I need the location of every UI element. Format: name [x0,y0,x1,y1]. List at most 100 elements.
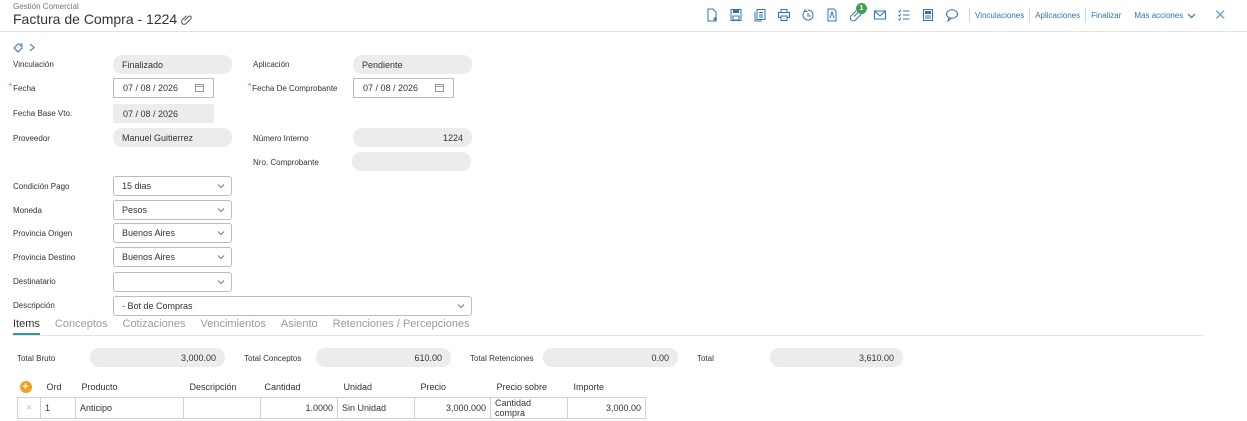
vinculaciones-link[interactable]: Vinculaciones [975,11,1024,20]
provincia-destino-select[interactable]: Buenos Aires [113,247,232,267]
nro-comprobante-label: Nro. Comprobante [253,158,319,167]
cell-unidad[interactable]: Sin Unidad [337,396,415,419]
nro-comprobante-field[interactable] [352,152,471,171]
calendar-icon[interactable] [195,83,204,94]
provincia-origen-select[interactable]: Buenos Aires [113,223,232,243]
fecha-base-vto-label: Fecha Base Vto. [13,109,73,118]
title-wrap: Factura de Compra - 1224 [13,11,192,27]
total-value: 3,610.00 [770,348,903,367]
toolbar: 1 Vinculaciones Aplicaciones Finalizar M… [700,3,1230,24]
chevron-down-icon [217,277,225,287]
checklist-icon[interactable] [892,6,916,24]
proveedor-field[interactable]: Manuel Guitierrez [113,128,232,147]
tabs-divider [13,335,1203,336]
condicion-pago-value: 15 dias [122,181,152,191]
required-marker: * [248,82,252,91]
attachment-icon[interactable]: 1 [844,3,868,24]
chevron-down-icon [217,181,225,191]
attachment-count-badge: 1 [856,3,867,14]
add-row-cell: + [18,377,41,397]
vinculacion-field: Finalizado [113,55,232,74]
provincia-destino-label: Provincia Destino [13,253,76,262]
mas-acciones-menu[interactable]: Mas acciones [1134,11,1196,20]
toolbar-separator [1085,8,1087,22]
copy-icon[interactable] [748,6,772,24]
chevron-down-icon [217,228,225,238]
vinculacion-label: Vinculación [13,60,54,69]
fecha-label: Fecha [13,84,36,93]
provincia-origen-label: Provincia Origen [13,229,73,238]
col-importe: Importe [573,381,605,392]
tab-retenciones-percepciones[interactable]: Retenciones / Percepciones [333,318,470,335]
descripcion-value: - Bot de Compras [122,301,193,311]
table-header-row: + Ord Producto Descripción Cantidad Unid… [18,377,646,397]
close-icon[interactable]: ✕ [1210,6,1230,24]
descripcion-select[interactable]: - Bot de Compras [113,296,472,316]
cell-importe[interactable]: 3,000.00 [567,396,646,419]
col-unidad: Unidad [343,381,373,392]
tab-cotizaciones[interactable]: Cotizaciones [123,318,186,335]
module-label: Gestión Comercial [13,2,79,11]
moneda-value: Pesos [122,205,148,215]
destinatario-select[interactable] [113,272,232,292]
tag-icon[interactable] [13,42,24,56]
header-divider [0,31,1247,32]
fecha-comprobante-value: 07 / 08 / 2026 [363,83,419,93]
numero-interno-label: Número Interno [253,134,309,143]
moneda-select[interactable]: Pesos [113,200,232,220]
aplicacion-label: Aplicación [253,60,290,69]
tab-items[interactable]: Items [13,318,40,335]
total-conceptos-label: Total Conceptos [244,354,302,363]
email-icon[interactable] [868,6,892,24]
toolbar-separator [969,8,970,22]
tab-conceptos[interactable]: Conceptos [55,318,108,335]
pdf-icon[interactable] [820,6,844,24]
col-precio-sobre: Precio sobre [496,381,548,392]
print-icon[interactable] [772,6,796,24]
report-icon[interactable] [916,6,940,24]
aplicaciones-link[interactable]: Aplicaciones [1035,11,1080,20]
total-bruto-value: 3,000.00 [90,348,225,367]
new-document-icon[interactable] [700,6,724,24]
fecha-comprobante-label: Fecha De Comprobante [252,84,338,93]
required-marker: * [9,82,13,91]
descripcion-label: Descripción [13,301,55,310]
toolbar-separator [1029,8,1031,22]
col-producto: Producto [81,381,118,392]
col-precio: Precio [420,381,447,392]
cell-precio-sobre[interactable]: Cantidad compra [490,396,568,419]
cell-cantidad[interactable]: 1.0000 [260,396,338,419]
page-title: Factura de Compra - 1224 [13,11,178,27]
cell-precio[interactable]: 3,000.000 [414,396,491,419]
tag-row [13,42,36,56]
fecha-input[interactable]: 07 / 08 / 2026 [113,78,214,98]
delete-row-icon[interactable]: ✕ [17,396,41,419]
tab-bar: Items Conceptos Cotizaciones Vencimiento… [13,318,470,335]
finalizar-link[interactable]: Finalizar [1091,11,1121,20]
calendar-icon[interactable] [435,83,444,94]
tab-asiento[interactable]: Asiento [281,318,318,335]
edit-title-icon[interactable] [180,13,192,25]
col-descripcion: Descripción [189,381,237,392]
cell-descripcion[interactable] [183,396,261,419]
mas-acciones-label: Mas acciones [1134,10,1184,20]
fecha-comprobante-input[interactable]: 07 / 08 / 2026 [353,78,454,98]
chevron-down-icon [217,252,225,262]
history-icon[interactable] [796,6,820,24]
chevron-right-icon[interactable] [28,42,36,56]
chevron-down-icon [457,301,465,311]
table-row[interactable]: ✕ 1 Anticipo 1.0000 Sin Unidad 3,000.000… [17,396,646,419]
save-icon[interactable] [724,6,748,24]
condicion-pago-select[interactable]: 15 dias [113,176,232,196]
destinatario-label: Destinatario [13,277,56,286]
fecha-value: 07 / 08 / 2026 [123,83,179,93]
tab-vencimientos[interactable]: Vencimientos [200,318,265,335]
total-label: Total [697,354,714,363]
add-row-button[interactable]: + [19,380,32,393]
total-conceptos-value: 610.00 [316,348,451,367]
cell-ord[interactable]: 1 [40,396,76,419]
numero-interno-field: 1224 [353,128,472,147]
comment-icon[interactable] [940,6,964,24]
cell-producto[interactable]: Anticipo [75,396,184,419]
items-table: + Ord Producto Descripción Cantidad Unid… [17,377,646,419]
